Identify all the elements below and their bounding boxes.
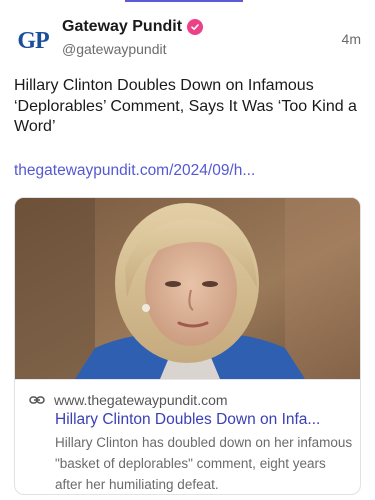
avatar-initials: GP [17, 27, 49, 54]
link-preview-card[interactable]: www.thegatewaypundit.com Hillary Clinton… [14, 197, 361, 495]
post[interactable]: GP Gateway Pundit @gatewaypundit 4m Hill… [0, 0, 375, 500]
author-info: Gateway Pundit @gatewaypundit [62, 16, 204, 57]
card-body[interactable]: www.thegatewaypundit.com Hillary Clinton… [15, 379, 360, 494]
author-handle[interactable]: @gatewaypundit [62, 41, 203, 57]
card-domain-row: www.thegatewaypundit.com [29, 392, 228, 408]
post-header: GP Gateway Pundit @gatewaypundit 4m [14, 16, 361, 64]
link-icon [29, 396, 45, 404]
author-display-name[interactable]: Gateway Pundit [62, 18, 182, 36]
card-title[interactable]: Hillary Clinton Doubles Down on Infa... [55, 411, 355, 429]
card-domain: www.thegatewaypundit.com [54, 392, 228, 408]
display-name-row: Gateway Pundit [62, 16, 204, 38]
photo-icon [15, 198, 360, 379]
post-text: Hillary Clinton Doubles Down on Infamous… [14, 77, 357, 135]
card-description: Hillary Clinton has doubled down on her … [55, 435, 353, 492]
post-link[interactable]: thegatewaypundit.com/2024/09/h... [14, 162, 255, 180]
verified-badge-icon [187, 19, 204, 35]
avatar[interactable]: GP [14, 22, 52, 60]
post-timestamp[interactable]: 4m [342, 31, 361, 47]
card-image[interactable] [15, 198, 360, 379]
